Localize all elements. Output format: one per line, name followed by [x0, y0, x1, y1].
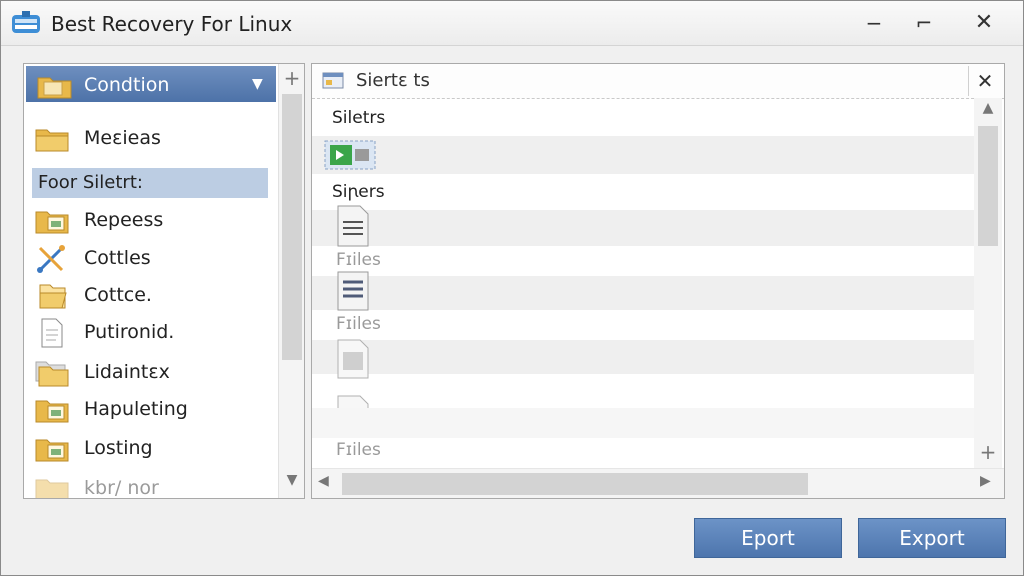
scroll-up-icon[interactable]: ▲	[974, 100, 1002, 116]
content-vertical-scrollbar[interactable]: ▲ +	[974, 98, 1002, 468]
sidebar-item-label: Losting	[84, 437, 153, 459]
folder-image-icon	[34, 434, 70, 464]
sidebar-item-kbr-nor[interactable]: kbr/ nor	[34, 472, 274, 499]
list-row[interactable]	[312, 271, 974, 311]
condition-label: Condtion	[84, 74, 170, 96]
list-row-label: Siꞃers	[332, 182, 385, 202]
maximize-button[interactable]: ⌐	[904, 9, 944, 37]
add-icon[interactable]: +	[974, 440, 1002, 464]
add-icon[interactable]: +	[279, 66, 304, 90]
sidebar-item-label: Hapuleting	[84, 398, 188, 420]
sidebar-item-label: Putironid.	[84, 321, 175, 343]
sidebar-item-meieas[interactable]: Meɛieas	[34, 122, 274, 156]
content-header: Siertɛ ts ✕	[312, 64, 1004, 99]
document-icon	[34, 318, 70, 348]
scroll-down-icon[interactable]: ▼	[279, 472, 304, 488]
list-row[interactable]	[312, 205, 974, 247]
list-row-label: Fɪiles	[336, 250, 381, 270]
list-row-label: Fɪiles	[336, 440, 381, 460]
chevron-down-icon[interactable]: ▼	[252, 76, 263, 92]
sidebar-item-label: Cottles	[84, 247, 151, 269]
left-scrollbar[interactable]: + ▼	[278, 64, 304, 498]
scrollbar-thumb[interactable]	[282, 94, 302, 360]
sidebar-item-losting[interactable]: Losting	[34, 432, 274, 466]
close-panel-button[interactable]: ✕	[968, 66, 1001, 96]
folder-stack-icon	[34, 358, 70, 388]
main-window: Best Recovery For Linux − ⌐ ✕ Condtion ▼…	[0, 0, 1024, 576]
sidebar-item-putironid[interactable]: Putironid.	[34, 316, 274, 350]
list-row[interactable]: Siletrs	[312, 98, 974, 136]
folder-image-icon	[34, 474, 70, 498]
app-logo-icon	[11, 11, 41, 37]
left-navigation-panel: Condtion ▼ Meɛieas Foor Siletrt: Repeess…	[23, 63, 305, 499]
window-title: Best Recovery For Linux	[51, 12, 293, 36]
scroll-right-icon[interactable]: ▶	[980, 473, 991, 489]
sidebar-item-label: Repeess	[84, 209, 164, 231]
list-row[interactable]: Fɪiles	[312, 438, 974, 468]
list-row-label: Fɪiles	[336, 314, 381, 334]
window-icon	[322, 71, 346, 95]
folder-image-icon	[34, 395, 70, 425]
sidebar-item-label: Meɛieas	[84, 127, 161, 149]
list-row[interactable]	[312, 408, 974, 438]
sidebar-item-lidaintex[interactable]: Lidaintɛx	[34, 356, 274, 390]
sidebar-item-label: kbr/ nor	[84, 477, 159, 499]
scrollbar-thumb[interactable]	[342, 473, 808, 495]
sidebar-item-label: Cottce.	[84, 284, 152, 306]
close-button[interactable]: ✕	[964, 9, 1004, 37]
folder-image-icon	[34, 206, 70, 236]
section-header[interactable]: Foor Siletrt:	[32, 168, 268, 198]
eport-button[interactable]: Eport	[694, 518, 842, 558]
list-row[interactable]	[312, 339, 974, 379]
sidebar-item-label: Lidaintɛx	[84, 361, 170, 383]
list-row[interactable]	[312, 374, 974, 435]
folder-icon	[36, 72, 74, 104]
tools-icon	[34, 244, 70, 274]
content-horizontal-scrollbar[interactable]: ◀ ▶	[312, 468, 1004, 498]
sidebar-item-cottles[interactable]: Cottles	[34, 242, 274, 276]
scroll-left-icon[interactable]: ◀	[318, 473, 329, 489]
minimize-button[interactable]: −	[854, 9, 894, 37]
list-row[interactable]: Fɪiles	[312, 246, 974, 276]
folder-icon	[34, 124, 70, 154]
folder-open-icon	[34, 281, 70, 311]
title-bar: Best Recovery For Linux − ⌐ ✕	[1, 1, 1023, 46]
document-icon	[336, 204, 370, 252]
content-header-label: Siertɛ ts	[356, 70, 430, 91]
scrollbar-thumb[interactable]	[978, 126, 998, 246]
sidebar-item-hapuleting[interactable]: Hapuleting	[34, 393, 274, 427]
list-row[interactable]	[312, 136, 974, 174]
content-panel: Siertɛ ts ✕ Siletrs Siꞃers Fɪiles Fɪiles…	[311, 63, 1005, 499]
section-label: Foor Siletrt:	[38, 172, 143, 193]
media-icon	[324, 140, 376, 174]
sidebar-item-repeess[interactable]: Repeess	[34, 204, 274, 238]
list-row-label: Siletrs	[332, 108, 386, 128]
condition-dropdown[interactable]: Condtion ▼	[26, 66, 276, 102]
list-row[interactable]: Siꞃers	[312, 174, 974, 210]
sidebar-item-cottce[interactable]: Cottce.	[34, 279, 274, 313]
list-row[interactable]: Fɪiles	[312, 310, 974, 340]
export-button[interactable]: Export	[858, 518, 1006, 558]
